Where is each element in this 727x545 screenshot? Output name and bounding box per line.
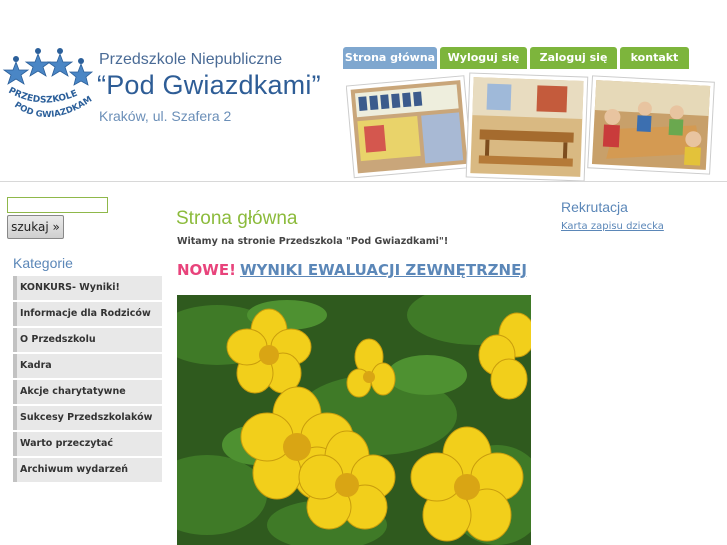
search-input[interactable] — [7, 197, 108, 213]
header-photos — [346, 72, 715, 181]
header-divider — [0, 181, 727, 182]
site-title[interactable]: “Pod Gwiazdkami” — [97, 70, 321, 101]
site-address: Kraków, ul. Szafera 2 — [99, 108, 232, 124]
flower-photo — [177, 295, 531, 545]
tab-contact[interactable]: kontakt — [620, 47, 689, 69]
page-title: Strona główna — [176, 208, 298, 229]
category-item-akcje[interactable]: Akcje charytatywne — [13, 380, 162, 404]
news-link[interactable]: WYNIKI EWALUACJI ZEWNĘTRZNEJ — [240, 261, 527, 279]
new-badge: NOWE! — [177, 261, 236, 279]
category-item-archiwum[interactable]: Archiwum wydarzeń — [13, 458, 162, 482]
children-photo — [587, 75, 715, 175]
category-item-informacje[interactable]: Informacje dla Rodziców — [13, 302, 162, 326]
categories-heading: Kategorie — [13, 255, 73, 271]
tab-logout[interactable]: Wyloguj się — [440, 47, 527, 69]
classroom-photo-1 — [346, 75, 473, 179]
categories-list: KONKURS- Wyniki! Informacje dla Rodziców… — [13, 276, 162, 484]
logo: PRZEDSZKOLE POD GWIAZDKAMI — [2, 44, 94, 120]
tab-home[interactable]: Strona główna — [343, 47, 437, 69]
main-nav: Strona główna Wyloguj się Zaloguj się ko… — [343, 47, 689, 69]
classroom-photo-2 — [465, 72, 589, 181]
welcome-text: Witamy na stronie Przedszkola "Pod Gwiaz… — [177, 236, 449, 247]
enrollment-form-link[interactable]: Karta zapisu dziecka — [561, 221, 664, 232]
category-item-sukcesy[interactable]: Sukcesy Przedszkolaków — [13, 406, 162, 430]
recruitment-heading: Rekrutacja — [561, 199, 628, 215]
logo-text-line2: POD GWIAZDKAMI — [2, 44, 94, 120]
site-name: Przedszkole Niepubliczne — [99, 51, 283, 68]
tab-login[interactable]: Zaloguj się — [530, 47, 617, 69]
svg-text:POD GWIAZDKAMI: POD GWIAZDKAMI — [2, 44, 94, 120]
category-item-kadra[interactable]: Kadra — [13, 354, 162, 378]
category-item-warto[interactable]: Warto przeczytać — [13, 432, 162, 456]
search-button[interactable]: szukaj » — [7, 215, 64, 239]
news-line: NOWE! WYNIKI EWALUACJI ZEWNĘTRZNEJ — [177, 261, 527, 279]
category-item-o-przedszkolu[interactable]: O Przedszkolu — [13, 328, 162, 352]
category-item-konkurs[interactable]: KONKURS- Wyniki! — [13, 276, 162, 300]
